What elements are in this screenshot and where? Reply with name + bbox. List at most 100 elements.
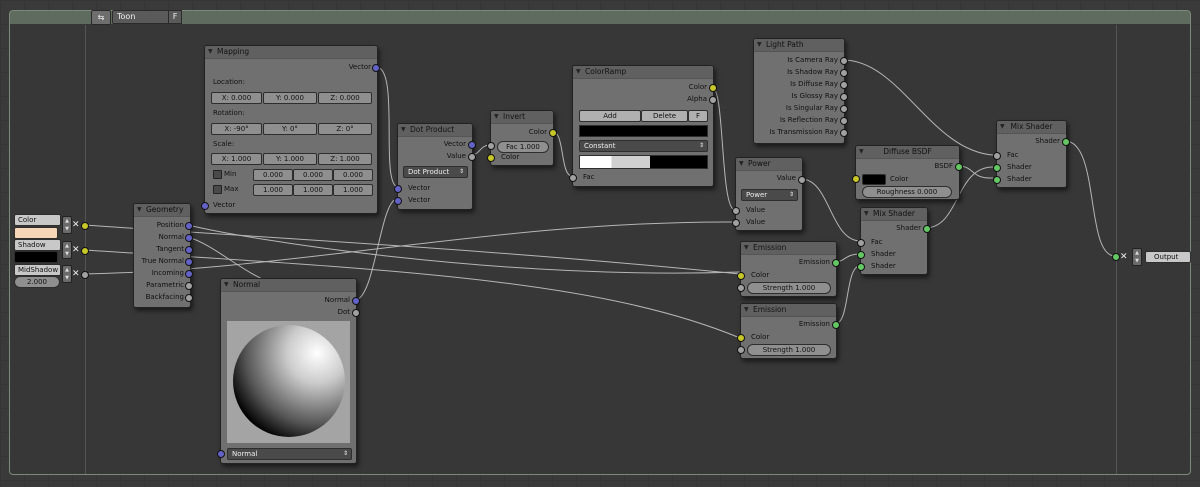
mix-shader-node-2[interactable]: Mix Shader Shader Fac Shader Shader <box>857 207 931 275</box>
ramp-interp-select[interactable]: Constant <box>579 140 708 152</box>
power-mode-select[interactable]: Power <box>741 189 798 201</box>
emission2-strength-socket[interactable] <box>737 346 745 354</box>
scale-x[interactable]: X: 1.000 <box>211 153 262 165</box>
min-checkbox[interactable] <box>213 170 222 179</box>
normal-sphere[interactable] <box>233 325 345 437</box>
scale-y[interactable]: Y: 1.000 <box>263 153 317 165</box>
diffuse-roughness-field[interactable]: Roughness 0.000 <box>862 186 952 198</box>
max-z[interactable]: 1.000 <box>333 184 373 196</box>
ramp-active-color[interactable] <box>579 125 708 137</box>
group-input-midshadow-socket[interactable] <box>81 271 89 279</box>
lp-socket-4[interactable] <box>840 105 848 113</box>
mix1-output-socket[interactable] <box>1062 138 1070 146</box>
min-x[interactable]: 0.000 <box>253 169 293 181</box>
invert-output-socket[interactable] <box>549 129 557 137</box>
emission-node-2[interactable]: Emission Emission Color Strength 1.000 <box>737 303 840 359</box>
location-x[interactable]: X: 0.000 <box>211 92 262 104</box>
power-input-1-socket[interactable] <box>732 207 740 215</box>
lp-socket-3[interactable] <box>840 93 848 101</box>
diffuse-bsdf-node[interactable]: Diffuse BSDF BSDF Color Roughness 0.000 <box>852 145 963 200</box>
power-node[interactable]: Power Value Power Value Value <box>732 157 806 231</box>
max-y[interactable]: 1.000 <box>293 184 333 196</box>
emission1-strength-socket[interactable] <box>737 284 745 292</box>
invert-fac-socket[interactable] <box>487 142 495 150</box>
rotation-x[interactable]: X: -90° <box>211 123 262 135</box>
lp-socket-2[interactable] <box>840 81 848 89</box>
geometry-node[interactable]: Geometry Position Normal Tangent True No… <box>133 203 193 308</box>
mix-shader-node-1[interactable]: Mix Shader Shader Fac Shader Shader <box>993 120 1070 188</box>
fake-user-button[interactable]: F <box>168 10 182 24</box>
ramp-fac-socket[interactable] <box>569 174 577 182</box>
normal-sphere-widget[interactable] <box>227 321 350 443</box>
mix2-fac-socket[interactable] <box>857 239 865 247</box>
mapping-output-socket[interactable] <box>372 64 380 72</box>
mix2-output-socket[interactable] <box>923 225 931 233</box>
diffuse-output-socket[interactable] <box>955 163 963 171</box>
invert-fac-field[interactable]: Fac 1.000 <box>497 141 549 153</box>
remove-shadow-icon[interactable]: ✕ <box>72 246 80 255</box>
min-y[interactable]: 0.000 <box>293 169 333 181</box>
mapping-input-socket[interactable] <box>201 202 209 210</box>
dot-output-value-socket[interactable] <box>468 153 476 161</box>
remove-color-icon[interactable]: ✕ <box>72 221 80 230</box>
diffuse-color-socket[interactable] <box>852 175 860 183</box>
emission2-output-socket[interactable] <box>832 321 840 329</box>
geometry-tangent-socket[interactable] <box>185 246 193 254</box>
mix1-fac-socket[interactable] <box>993 152 1001 160</box>
color-swatch[interactable] <box>14 227 58 239</box>
mapping-node[interactable]: Mapping Vector Location: X: 0.000 Y: 0.0… <box>201 45 380 214</box>
normal-output-dot-socket[interactable] <box>352 309 360 317</box>
shadow-swatch[interactable] <box>14 251 58 263</box>
remove-output-icon[interactable]: ✕ <box>1120 253 1128 262</box>
normal-output-normal-socket[interactable] <box>352 297 360 305</box>
emission1-strength-field[interactable]: Strength 1.000 <box>747 282 831 294</box>
min-z[interactable]: 0.000 <box>333 169 373 181</box>
group-input-midshadow[interactable]: MidShadow <box>14 264 61 276</box>
max-checkbox[interactable] <box>213 185 222 194</box>
reorder-output-icon[interactable]: ▲ ▼ <box>1132 248 1142 266</box>
group-input-color-socket[interactable] <box>81 222 89 230</box>
lp-socket-1[interactable] <box>840 69 848 77</box>
emission2-strength-field[interactable]: Strength 1.000 <box>747 344 831 356</box>
lp-socket-6[interactable] <box>840 129 848 137</box>
scale-z[interactable]: Z: 1.000 <box>318 153 372 165</box>
remove-midshadow-icon[interactable]: ✕ <box>72 270 80 279</box>
ramp-gradient[interactable] <box>579 155 708 169</box>
mix1-shader-2-socket[interactable] <box>993 176 1001 184</box>
geometry-backfacing-socket[interactable] <box>185 294 193 302</box>
dot-output-vector-socket[interactable] <box>468 141 476 149</box>
mix2-shader-2-socket[interactable] <box>857 263 865 271</box>
dot-input-vector-1-socket[interactable] <box>394 185 402 193</box>
diffuse-color-swatch[interactable] <box>862 174 886 185</box>
emission1-color-socket[interactable] <box>737 272 745 280</box>
emission1-output-socket[interactable] <box>832 259 840 267</box>
ramp-output-alpha-socket[interactable] <box>709 96 717 104</box>
mix1-shader-1-socket[interactable] <box>993 164 1001 172</box>
dot-input-vector-2-socket[interactable] <box>394 197 402 205</box>
invert-color-socket[interactable] <box>487 154 495 162</box>
group-input-color[interactable]: Color <box>14 214 61 226</box>
midshadow-field[interactable]: 2.000 <box>14 276 60 288</box>
geometry-incoming-socket[interactable] <box>185 270 193 278</box>
power-output-socket[interactable] <box>798 176 806 184</box>
group-name-field[interactable]: Toon <box>112 10 170 24</box>
link-icon[interactable]: ⇆ <box>91 10 111 25</box>
geometry-position-socket[interactable] <box>185 222 193 230</box>
normal-select[interactable]: Normal <box>227 448 352 460</box>
group-output-socket[interactable] <box>1112 253 1120 261</box>
group-input-shadow-socket[interactable] <box>81 247 89 255</box>
rotation-y[interactable]: Y: 0° <box>263 123 317 135</box>
ramp-add-button[interactable]: Add <box>579 110 641 122</box>
location-z[interactable]: Z: 0.000 <box>318 92 372 104</box>
geometry-parametric-socket[interactable] <box>185 282 193 290</box>
emission2-color-socket[interactable] <box>737 334 745 342</box>
normal-input-socket[interactable] <box>217 450 225 458</box>
colorramp-node[interactable]: ColorRamp Color Alpha Add Delete F Const… <box>569 65 717 187</box>
lp-socket-0[interactable] <box>840 57 848 65</box>
ramp-delete-button[interactable]: Delete <box>641 110 688 122</box>
rotation-z[interactable]: Z: 0° <box>318 123 372 135</box>
light-path-node[interactable]: Light Path Is Camera Ray Is Shadow Ray I… <box>753 38 848 144</box>
invert-node[interactable]: Invert Color Fac 1.000 Color <box>487 110 557 166</box>
power-input-2-socket[interactable] <box>732 219 740 227</box>
normal-node[interactable]: Normal Normal Dot Normal <box>217 278 360 464</box>
